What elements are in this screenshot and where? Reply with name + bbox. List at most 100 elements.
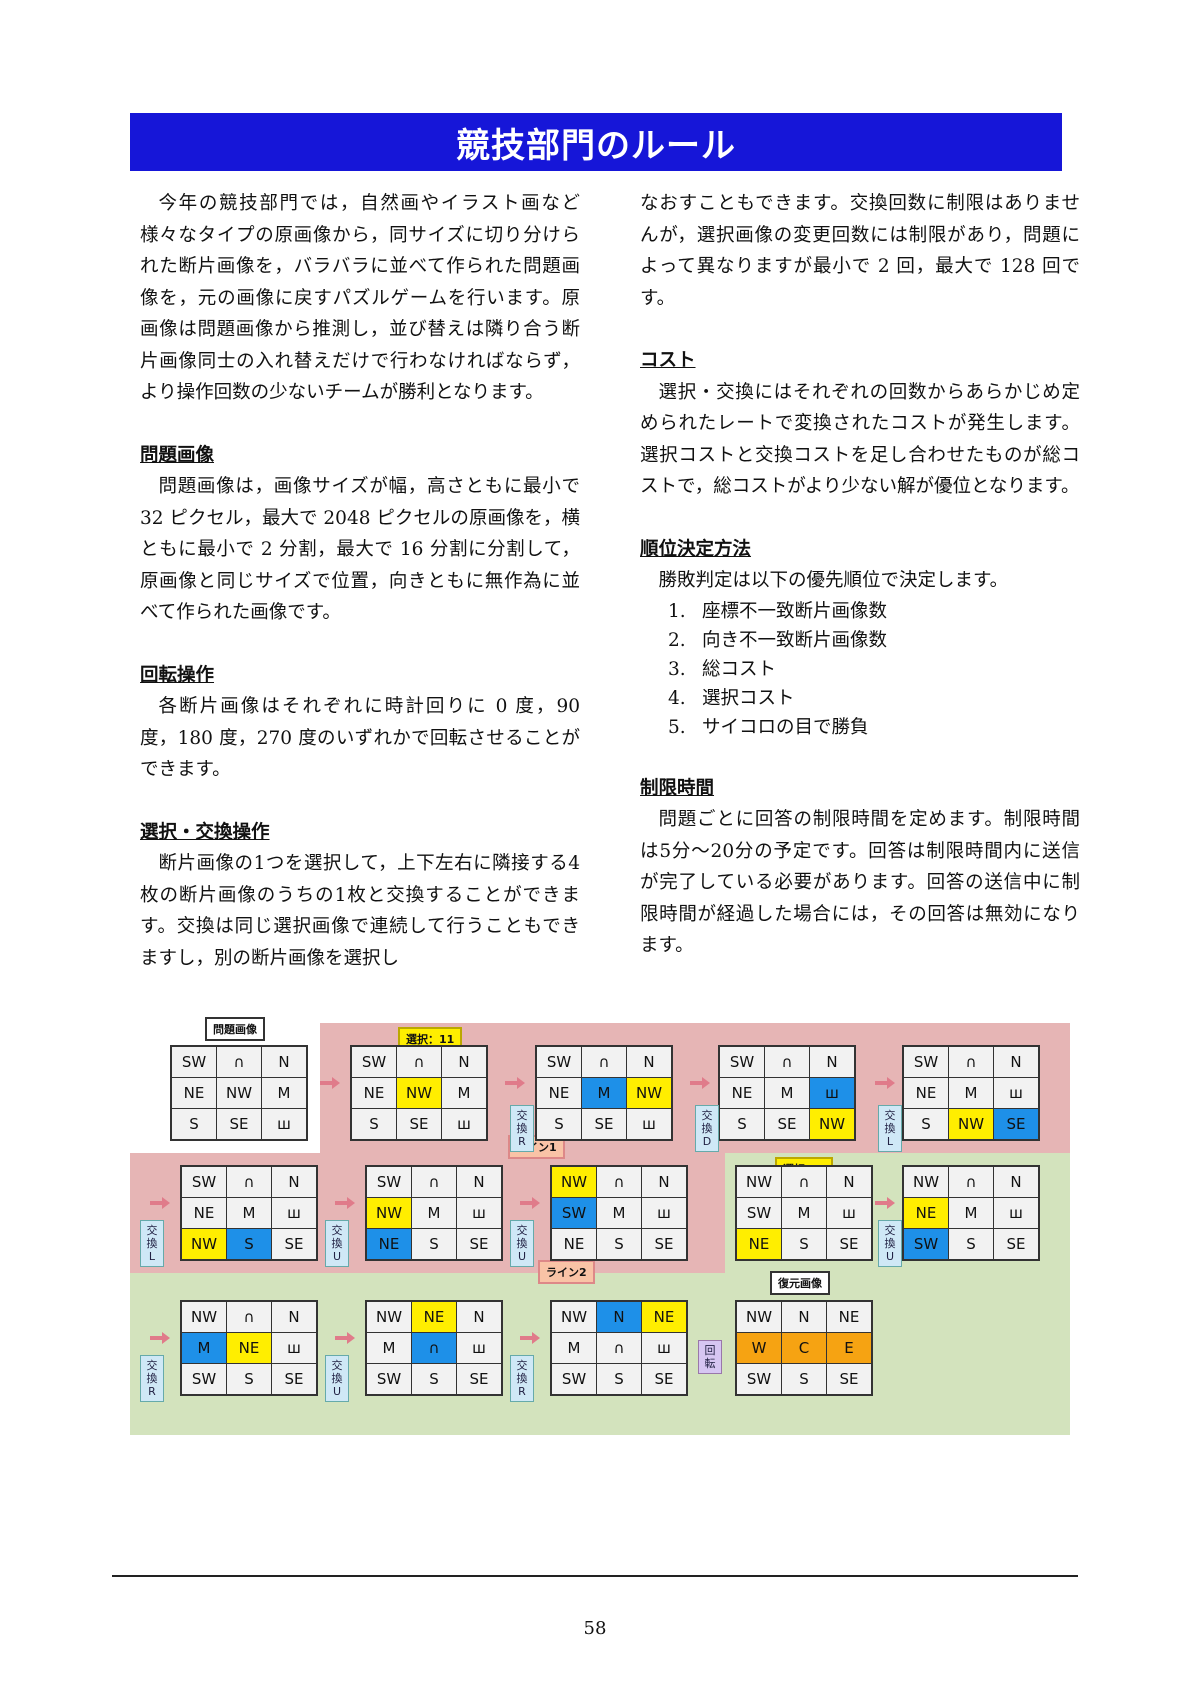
fragment-grid: SW ∩ N NW Mш NE S SE <box>365 1165 503 1261</box>
fragment-cell: ш <box>642 1198 686 1228</box>
fragment-cell: NW <box>810 1109 854 1139</box>
swap-op-label: 交換U <box>878 1220 902 1267</box>
fragment-cell: S <box>597 1229 641 1259</box>
fragment-cell: SW <box>904 1229 948 1259</box>
fragment-cell: SW <box>537 1047 581 1077</box>
fragment-cell: M <box>552 1333 596 1363</box>
problem-image-label: 問題画像 <box>205 1017 265 1041</box>
fragment-cell: NE <box>172 1078 216 1108</box>
fragment-cell: M <box>412 1198 456 1228</box>
fragment-cell: N <box>262 1047 306 1077</box>
page-title: 競技部門のルール <box>130 113 1062 171</box>
fragment-cell: NW <box>217 1078 261 1108</box>
fragment-cell: ∩ <box>397 1047 441 1077</box>
fragment-cell: N <box>642 1167 686 1197</box>
fragment-cell: E <box>827 1333 871 1363</box>
fragment-cell: SW <box>172 1047 216 1077</box>
fragment-cell: ш <box>457 1333 501 1363</box>
fragment-cell: ш <box>442 1109 486 1139</box>
fragment-cell: NW <box>182 1229 226 1259</box>
fragment-cell: NE <box>642 1302 686 1332</box>
fragment-cell: SE <box>272 1364 316 1394</box>
fragment-cell: SW <box>367 1167 411 1197</box>
fragment-cell: SW <box>182 1167 226 1197</box>
fragment-cell: ш <box>627 1109 671 1139</box>
fragment-cell: N <box>442 1047 486 1077</box>
fragment-cell: ∩ <box>949 1047 993 1077</box>
rank-intro: 勝敗判定は以下の優先順位で決定します。 <box>658 570 1009 591</box>
fragment-cell: SW <box>720 1047 764 1077</box>
fragment-cell: NW <box>904 1167 948 1197</box>
arrow-icon <box>875 1197 895 1209</box>
fragment-cell: NE <box>352 1078 396 1108</box>
fragment-cell: NW <box>367 1198 411 1228</box>
fragment-cell: M <box>949 1078 993 1108</box>
fragment-cell: SW <box>904 1047 948 1077</box>
rank-item: 2. 向き不一致断片画像数 <box>668 629 888 651</box>
arrow-icon <box>875 1077 895 1089</box>
fragment-cell: SW <box>182 1364 226 1394</box>
fragment-cell: ш <box>994 1198 1038 1228</box>
fragment-cell: S <box>352 1109 396 1139</box>
cost-paragraph: 選択・交換にはそれぞれの回数からあらかじめ定められたレートで変換されたコストが発… <box>640 381 1080 498</box>
rank-list: 1. 座標不一致断片画像数 2. 向き不一致断片画像数 3. 総コスト 4. 選択コスト… <box>640 597 1080 742</box>
fragment-cell: ∩ <box>227 1167 271 1197</box>
fragment-grid: NW N NE M ∩ ш SW S SE <box>550 1300 688 1396</box>
fragment-cell: M <box>949 1198 993 1228</box>
swap-op-label: 交換L <box>140 1220 164 1267</box>
fragment-cell: S <box>537 1109 581 1139</box>
fragment-grid: SW ∩ N NE NW M S SE ш <box>170 1045 308 1141</box>
fragment-cell: M <box>367 1333 411 1363</box>
fragment-cell: N <box>627 1047 671 1077</box>
fragment-cell: N <box>810 1047 854 1077</box>
continued-paragraph: なおすこともできます。交換回数に制限はありませんが，選択画像の変更回数には制限が… <box>640 193 1080 309</box>
arrow-icon <box>320 1077 340 1089</box>
fragment-cell: S <box>949 1229 993 1259</box>
fragment-cell: SW <box>737 1364 781 1394</box>
fragment-cell: NE <box>182 1198 226 1228</box>
fragment-cell: NE <box>720 1078 764 1108</box>
restored-image-label: 復元画像 <box>770 1271 830 1295</box>
right-column: なおすこともできます。交換回数に制限はありませんが，選択画像の変更回数には制限が… <box>640 188 1080 962</box>
fragment-cell: ∩ <box>597 1333 641 1363</box>
fragment-cell: S <box>782 1364 826 1394</box>
arrow-icon <box>520 1332 540 1344</box>
fragment-cell: ш <box>810 1078 854 1108</box>
arrow-icon <box>520 1197 540 1209</box>
intro-paragraph: 今年の競技部門では，自然画やイラスト画など様々なタイプの原画像から，同サイズに切… <box>140 193 580 403</box>
fragment-cell: M <box>182 1333 226 1363</box>
fragment-cell: S <box>597 1364 641 1394</box>
fragment-cell: N <box>272 1167 316 1197</box>
rank-item: 5. サイコロの目で勝負 <box>668 716 869 738</box>
footer-rule <box>112 1575 1078 1577</box>
arrow-icon <box>150 1332 170 1344</box>
fragment-cell: SE <box>765 1109 809 1139</box>
fragment-grid: NW ∩ N SW Mш NE S SE <box>550 1165 688 1261</box>
fragment-cell: ∩ <box>782 1167 826 1197</box>
fragment-grid: SW ∩ N NE Mш S NW SE <box>902 1045 1040 1141</box>
arrow-icon <box>690 1077 710 1089</box>
fragment-cell: ∩ <box>217 1047 261 1077</box>
fragment-cell: SW <box>367 1364 411 1394</box>
fragment-grid: NW N NE W C E SW S SE <box>735 1300 873 1396</box>
fragment-cell: N <box>457 1167 501 1197</box>
select-heading: 選択・交換操作 <box>140 821 270 843</box>
fragment-cell: NE <box>827 1302 871 1332</box>
fragment-cell: ∩ <box>597 1167 641 1197</box>
fragment-cell: NW <box>552 1167 596 1197</box>
fragment-cell: NW <box>737 1167 781 1197</box>
fragment-cell: S <box>782 1229 826 1259</box>
swap-op-label: 交換R <box>510 1355 534 1402</box>
fragment-cell: M <box>227 1198 271 1228</box>
arrow-icon <box>505 1077 525 1089</box>
swap-op-label: 交換U <box>325 1355 349 1402</box>
fragment-cell: SE <box>827 1364 871 1394</box>
fragment-cell: ш <box>262 1109 306 1139</box>
fragment-cell: ∩ <box>227 1302 271 1332</box>
fragment-cell: ш <box>272 1198 316 1228</box>
rank-heading: 順位決定方法 <box>640 538 752 560</box>
fragment-cell: M <box>782 1198 826 1228</box>
fragment-cell: SW <box>352 1047 396 1077</box>
fragment-grid: SW ∩ N NE Mш NW S SE <box>180 1165 318 1261</box>
fragment-cell: S <box>904 1109 948 1139</box>
